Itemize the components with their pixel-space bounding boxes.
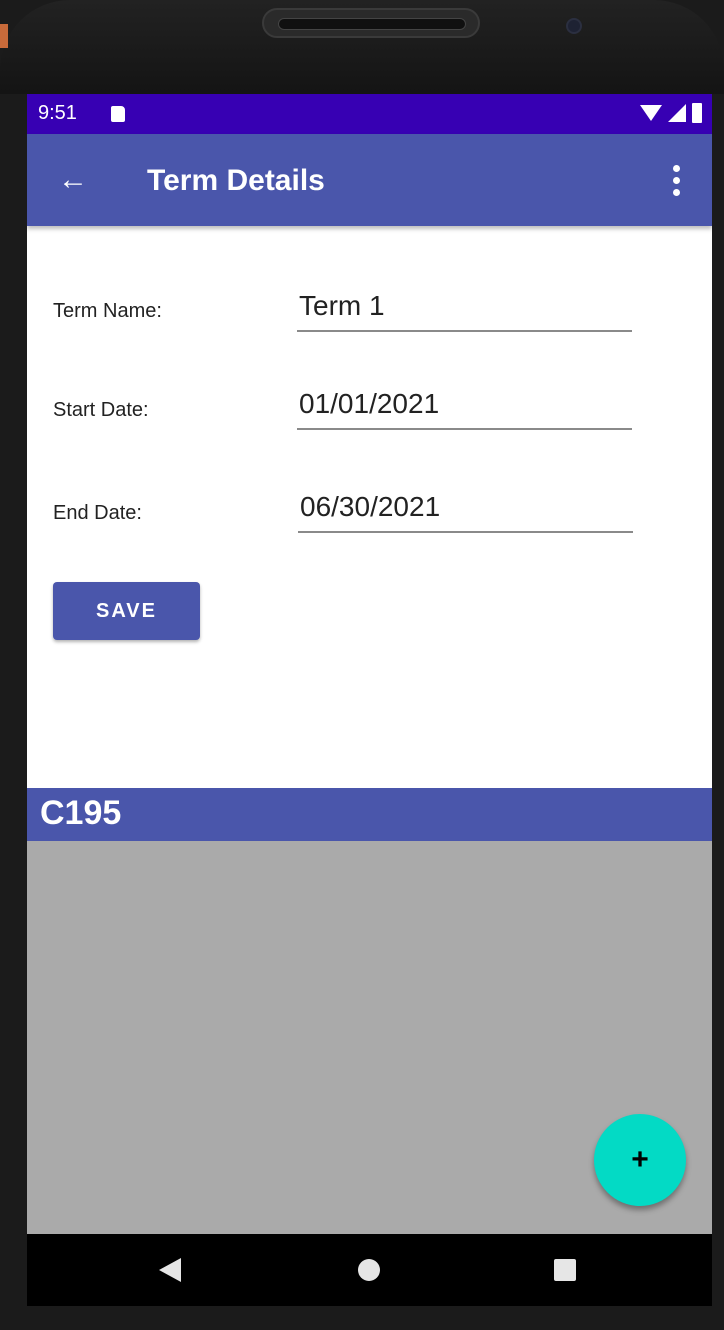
- background-peek: [0, 24, 8, 48]
- nav-home-icon[interactable]: [358, 1259, 380, 1281]
- add-course-button[interactable]: +: [594, 1114, 686, 1206]
- term-name-field[interactable]: [297, 288, 632, 332]
- start-date-label: Start Date:: [53, 399, 149, 421]
- nav-recents-icon[interactable]: [554, 1259, 576, 1281]
- system-nav-bar: [27, 1234, 712, 1306]
- device-bottom-bezel: [0, 1306, 724, 1330]
- speaker-grille: [262, 8, 480, 38]
- course-title: C195: [40, 794, 122, 832]
- nav-back-icon[interactable]: [159, 1258, 181, 1282]
- start-date-field[interactable]: [297, 386, 632, 430]
- arrow-back-icon[interactable]: ←: [49, 156, 97, 204]
- front-camera: [566, 18, 582, 34]
- status-time: 9:51: [38, 102, 77, 124]
- term-name-label: Term Name:: [53, 300, 162, 322]
- end-date-field[interactable]: [298, 489, 633, 533]
- course-list-item[interactable]: C195: [27, 788, 712, 841]
- status-bar: 9:51: [27, 94, 712, 134]
- save-button[interactable]: SAVE: [53, 582, 200, 640]
- app-bar: ← Term Details: [27, 134, 712, 226]
- app-screen: 9:51 ← Term Details Term Name: Start Dat…: [27, 94, 712, 1234]
- status-icons: [640, 103, 702, 123]
- menu-dot: [672, 164, 680, 172]
- menu-dot: [672, 188, 680, 196]
- wifi-icon: [640, 105, 662, 121]
- menu-dot: [672, 176, 680, 184]
- more-vert-icon[interactable]: [656, 156, 696, 204]
- device-top-bezel: [0, 0, 724, 94]
- battery-icon: [692, 103, 702, 123]
- page-title: Term Details: [147, 164, 325, 197]
- cell-signal-icon: [668, 104, 686, 122]
- sd-card-icon: [111, 106, 125, 122]
- end-date-label: End Date:: [53, 502, 142, 524]
- device-frame: 9:51 ← Term Details Term Name: Start Dat…: [0, 0, 724, 1330]
